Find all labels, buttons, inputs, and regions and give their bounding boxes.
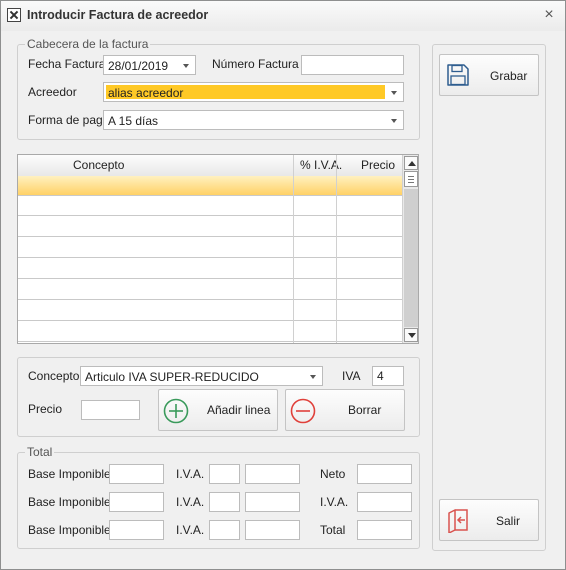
- acreedor-label: Acreedor: [28, 85, 77, 99]
- scroll-track[interactable]: [404, 189, 418, 327]
- precio-label: Precio: [28, 402, 63, 416]
- base-imponible-field-2[interactable]: [109, 492, 164, 512]
- iva-amount-field-2[interactable]: [245, 492, 300, 512]
- close-button[interactable]: ×: [539, 5, 559, 25]
- save-button[interactable]: Grabar: [439, 54, 539, 96]
- iva-label-1: I.V.A.: [176, 467, 205, 481]
- base-imponible-label-1: Base Imponible: [28, 467, 111, 481]
- acreedor-select[interactable]: alias acreedor: [103, 82, 404, 102]
- table-row[interactable]: [18, 196, 402, 216]
- header-legend: Cabecera de la factura: [25, 37, 151, 51]
- col-header-concepto[interactable]: Concepto: [73, 155, 124, 176]
- plus-circle-icon: [163, 398, 189, 424]
- base-imponible-field-1[interactable]: [109, 464, 164, 484]
- totals-legend: Total: [25, 445, 55, 459]
- numero-factura-input[interactable]: [301, 55, 404, 75]
- exit-label: Salir: [496, 514, 521, 528]
- concepto-value: Articulo IVA SUPER-REDUCIDO: [85, 370, 259, 384]
- actions-panel: [432, 44, 546, 551]
- table-row[interactable]: [18, 322, 402, 342]
- acreedor-value: alias acreedor: [108, 86, 184, 100]
- col-header-precio[interactable]: Precio: [361, 155, 395, 176]
- iva-total-label: I.V.A.: [320, 495, 349, 509]
- add-line-button[interactable]: Añadir linea: [158, 389, 278, 431]
- exit-button[interactable]: Salir: [439, 499, 539, 541]
- precio-input[interactable]: [81, 400, 140, 420]
- scroll-thumb[interactable]: [404, 171, 418, 187]
- iva-label-2: I.V.A.: [176, 495, 205, 509]
- delete-button[interactable]: Borrar: [285, 389, 405, 431]
- fecha-value: 28/01/2019: [108, 59, 169, 73]
- forma-pago-select[interactable]: A 15 días: [103, 110, 404, 130]
- delete-label: Borrar: [348, 403, 382, 417]
- iva-pct-field-2[interactable]: [209, 492, 240, 512]
- grid-header: Concepto % I.V.A. Precio: [18, 155, 402, 177]
- table-row[interactable]: [18, 259, 402, 279]
- chevron-down-icon: [310, 375, 316, 379]
- table-row[interactable]: [18, 238, 402, 258]
- invoice-window: Introducir Factura de acreedor × Cabecer…: [0, 0, 566, 570]
- table-row[interactable]: [18, 280, 402, 300]
- concepto-select[interactable]: Articulo IVA SUPER-REDUCIDO: [80, 366, 323, 386]
- table-row[interactable]: [18, 301, 402, 321]
- numero-label: Número Factura: [212, 57, 299, 71]
- forma-pago-label: Forma de pago: [28, 113, 110, 127]
- fecha-label: Fecha Factura: [28, 57, 106, 71]
- iva-amount-field-3[interactable]: [245, 520, 300, 540]
- table-row[interactable]: [18, 176, 402, 196]
- grid-scrollbar[interactable]: [402, 155, 418, 343]
- scroll-up-icon[interactable]: [404, 156, 418, 170]
- iva-amount-field-1[interactable]: [245, 464, 300, 484]
- title-bar: Introducir Factura de acreedor ×: [1, 1, 565, 31]
- fecha-picker[interactable]: 28/01/2019: [103, 55, 196, 75]
- forma-pago-value: A 15 días: [108, 114, 159, 128]
- column-divider: [293, 155, 294, 343]
- base-imponible-field-3[interactable]: [109, 520, 164, 540]
- table-row[interactable]: [18, 217, 402, 237]
- column-divider: [336, 155, 337, 343]
- total-field[interactable]: [357, 520, 412, 540]
- total-label: Total: [320, 523, 346, 537]
- save-label: Grabar: [490, 69, 528, 83]
- neto-field[interactable]: [357, 464, 412, 484]
- exit-door-icon: [448, 509, 468, 533]
- iva-label-3: I.V.A.: [176, 523, 205, 537]
- concepto-label: Concepto: [28, 369, 80, 383]
- iva-input[interactable]: [372, 366, 404, 386]
- window-title: Introducir Factura de acreedor: [27, 8, 209, 22]
- chevron-down-icon: [183, 64, 189, 68]
- neto-label: Neto: [320, 467, 346, 481]
- chevron-down-icon: [391, 91, 397, 95]
- iva-label: IVA: [342, 369, 361, 383]
- lines-grid[interactable]: Concepto % I.V.A. Precio: [17, 154, 419, 344]
- iva-pct-field-3[interactable]: [209, 520, 240, 540]
- base-imponible-label-2: Base Imponible: [28, 495, 111, 509]
- chevron-down-icon: [391, 119, 397, 123]
- add-line-label: Añadir linea: [207, 403, 271, 417]
- scroll-down-icon[interactable]: [404, 328, 418, 342]
- app-icon: [7, 8, 21, 22]
- iva-pct-field-1[interactable]: [209, 464, 240, 484]
- minus-circle-icon: [290, 398, 316, 424]
- floppy-disk-icon: [447, 64, 469, 86]
- base-imponible-label-3: Base Imponible: [28, 523, 111, 537]
- iva-total-field[interactable]: [357, 492, 412, 512]
